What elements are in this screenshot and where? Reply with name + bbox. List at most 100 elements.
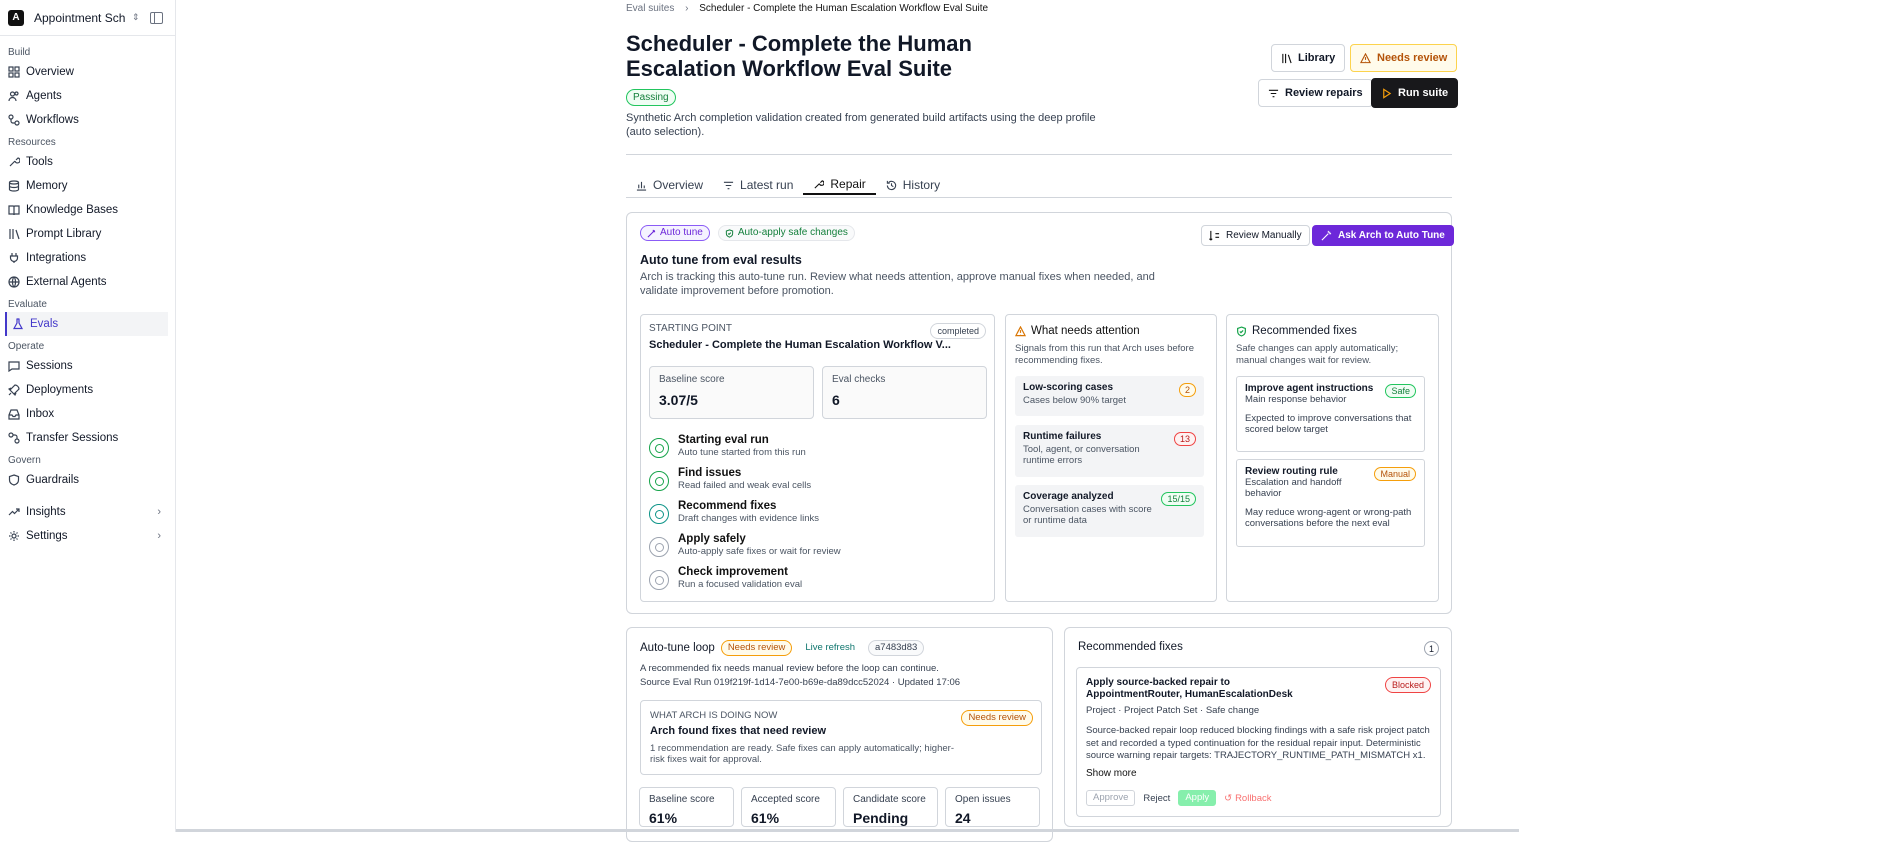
approve-button[interactable]: Approve — [1086, 790, 1135, 806]
metric-label: Baseline score — [659, 374, 804, 386]
fix-subtitle: Escalation and handoff behavior — [1245, 477, 1345, 499]
sidebar-item-label: Integrations — [26, 252, 86, 264]
tab-history[interactable]: History — [876, 175, 950, 195]
arch-status-panel: WHAT ARCH IS DOING NOW Arch found fixes … — [640, 700, 1042, 775]
starting-run-name[interactable]: Scheduler - Complete the Human Escalatio… — [649, 339, 951, 351]
step-desc: Draft changes with evidence links — [678, 513, 819, 525]
count-badge: 13 — [1174, 432, 1196, 446]
step-title: Starting eval run — [678, 434, 806, 447]
sidebar-item-evals[interactable]: Evals — [5, 312, 168, 336]
sidebar-item-insights[interactable]: Insights › — [0, 500, 175, 524]
chevron-right-icon: › — [157, 506, 161, 518]
sidebar-item-label: Insights — [26, 506, 66, 518]
sidebar-item-prompt-library[interactable]: Prompt Library — [0, 222, 175, 246]
main-content: Eval suites › Scheduler - Complete the H… — [626, 0, 1452, 139]
metric-label: Accepted score — [751, 794, 826, 805]
apply-button[interactable]: Apply — [1178, 790, 1216, 806]
sidebar-item-overview[interactable]: Overview — [0, 60, 175, 84]
workspace-switcher[interactable]: A Appointment Sch... ⇕ — [0, 0, 175, 36]
ask-arch-auto-tune-button[interactable]: Ask Arch to Auto Tune — [1312, 225, 1454, 246]
source-eval-run: Source Eval Run 019f219f-1d14-7e00-b69e-… — [640, 677, 960, 689]
review-repairs-label: Review repairs — [1285, 87, 1363, 99]
run-suite-button[interactable]: Run suite — [1371, 78, 1458, 108]
page-title: Scheduler - Complete the Human Escalatio… — [626, 31, 1086, 81]
library-button[interactable]: Library — [1271, 44, 1345, 72]
swap-icon — [1209, 230, 1220, 241]
collapse-sidebar-icon[interactable] — [150, 12, 163, 24]
warning-icon — [1360, 53, 1371, 64]
sidebar-section-operate: Operate — [0, 340, 175, 354]
runtime-failures-item[interactable]: Runtime failuresTool, agent, or conversa… — [1015, 425, 1204, 477]
shield-check-icon — [1236, 326, 1247, 337]
step-recommend-fixes: Recommend fixesDraft changes with eviden… — [649, 500, 819, 525]
manual-badge: Manual — [1374, 467, 1416, 481]
inbox-icon — [8, 408, 20, 420]
tab-label: Overview — [653, 178, 703, 192]
item-title: Low-scoring cases — [1023, 382, 1196, 393]
fix-item[interactable]: Review routing rule Escalation and hando… — [1236, 459, 1425, 547]
fix-item[interactable]: Improve agent instructions Main response… — [1236, 376, 1425, 452]
review-repairs-button[interactable]: Review repairs — [1258, 79, 1373, 107]
workflow-icon — [8, 114, 20, 126]
step-title: Find issues — [678, 467, 811, 480]
sidebar-item-external-agents[interactable]: External Agents — [0, 270, 175, 294]
sidebar-item-guardrails[interactable]: Guardrails — [0, 468, 175, 492]
sidebar-item-tools[interactable]: Tools — [0, 150, 175, 174]
tab-latest-run[interactable]: Latest run — [713, 175, 803, 195]
step-desc: Auto tune started from this run — [678, 447, 806, 459]
low-scoring-cases-item[interactable]: Low-scoring casesCases below 90% target2 — [1015, 376, 1204, 416]
sidebar-item-sessions[interactable]: Sessions — [0, 354, 175, 378]
hash-badge: a7483d83 — [868, 640, 924, 656]
sidebar-item-knowledge-bases[interactable]: Knowledge Bases — [0, 198, 175, 222]
recommended-fixes-panel: Recommended fixes Safe changes can apply… — [1226, 314, 1439, 602]
gear-icon — [8, 530, 20, 542]
tab-repair[interactable]: Repair — [803, 175, 875, 195]
tab-bar: Overview Latest run Repair History — [626, 175, 950, 195]
undo-icon: ↺ — [1224, 793, 1232, 804]
sidebar-item-deployments[interactable]: Deployments — [0, 378, 175, 402]
divider — [626, 154, 1452, 155]
baseline-score-box: Baseline score 3.07/5 — [649, 366, 814, 419]
workspace-logo: A — [8, 10, 24, 26]
metric-value: 61% — [751, 810, 826, 826]
rollback-button[interactable]: ↺Rollback — [1224, 793, 1271, 804]
reject-button[interactable]: Reject — [1143, 793, 1170, 804]
play-icon — [1381, 88, 1392, 99]
filter-icon — [1268, 88, 1279, 99]
breadcrumb-root[interactable]: Eval suites — [626, 3, 674, 14]
warning-icon — [1015, 326, 1026, 337]
sidebar-item-workflows[interactable]: Workflows — [0, 108, 175, 132]
safe-badge: Safe — [1385, 384, 1416, 398]
sidebar-section-resources: Resources — [0, 136, 175, 150]
sidebar-item-transfer-sessions[interactable]: Transfer Sessions — [0, 426, 175, 450]
metric-value: 24 — [955, 810, 1030, 826]
sidebar-item-agents[interactable]: Agents — [0, 84, 175, 108]
sidebar-item-label: Sessions — [26, 360, 73, 372]
attention-panel: What needs attention Signals from this r… — [1005, 314, 1217, 602]
sidebar-item-memory[interactable]: Memory — [0, 174, 175, 198]
tab-overview[interactable]: Overview — [626, 175, 713, 195]
sidebar-item-inbox[interactable]: Inbox — [0, 402, 175, 426]
needs-review-badge: Needs review — [721, 640, 793, 656]
sidebar-item-label: Prompt Library — [26, 228, 101, 240]
library-icon — [8, 228, 20, 240]
coverage-analyzed-item[interactable]: Coverage analyzedConversation cases with… — [1015, 485, 1204, 537]
open-issues-metric: Open issues24 — [945, 787, 1040, 827]
metric-value: Pending — [853, 810, 928, 826]
show-more-link[interactable]: Show more — [1086, 768, 1431, 779]
wrench-icon — [813, 179, 824, 190]
sidebar-item-settings[interactable]: Settings› — [0, 524, 175, 548]
review-manually-button[interactable]: Review Manually — [1201, 225, 1310, 246]
step-desc: Run a focused validation eval — [678, 579, 802, 591]
auto-tune-card: Auto tune Auto-apply safe changes Review… — [626, 212, 1452, 614]
library-label: Library — [1298, 52, 1335, 64]
sidebar-item-integrations[interactable]: Integrations — [0, 246, 175, 270]
metric-value: 61% — [649, 810, 724, 826]
page-description: Synthetic Arch completion validation cre… — [626, 111, 1116, 139]
grid-icon — [8, 66, 20, 78]
wand-icon — [647, 229, 656, 238]
needs-review-button[interactable]: Needs review — [1350, 44, 1457, 72]
run-suite-label: Run suite — [1398, 87, 1448, 99]
rollback-label: Rollback — [1235, 793, 1271, 804]
metric-value: 6 — [832, 392, 977, 408]
